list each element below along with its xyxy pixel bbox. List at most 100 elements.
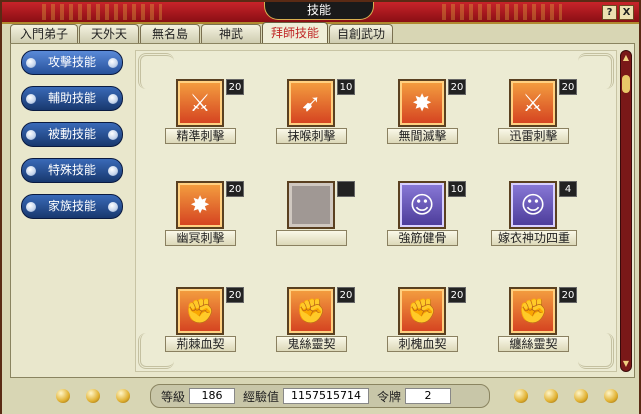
gold-orb-icon [116,389,130,403]
skill-category-sidebar: 攻擊技能 輔助技能 被動技能 特殊技能 家族技能 [15,50,131,230]
tab-tianwaitian[interactable]: 天外天 [79,24,139,43]
title-ornament [442,4,562,20]
gold-orb-icon [574,389,588,403]
skill-slot[interactable]: ⚔ 20 精準刺擊 [136,79,256,159]
knob-icon [26,94,36,104]
knob-icon [108,166,118,176]
skill-name: 抹喉刺擊 [276,128,347,144]
fire-fist-icon[interactable]: ✊ [398,287,446,335]
skill-name: 強筋健骨 [387,230,458,246]
skill-name: 嫁衣神功四重 [491,230,577,246]
skill-level-badge [337,181,355,197]
tab-master-skills[interactable]: 拜師技能 [262,22,328,43]
skill-level-badge: 20 [226,181,244,197]
tab-beginner[interactable]: 入門弟子 [10,24,78,43]
title-bar[interactable]: 技能 ? X [2,2,639,24]
skill-name: 精準刺擊 [165,128,236,144]
tab-custom-martial-arts[interactable]: 自創武功 [329,24,393,43]
category-label: 特殊技能 [47,163,96,177]
skill-slot[interactable]: ✊ 20 刺槐血契 [358,287,478,367]
skill-slot[interactable] [247,181,367,261]
knob-icon [108,94,118,104]
skill-slot[interactable]: ➹ 10 抹喉刺擊 [247,79,367,159]
gold-orb-icon [56,389,70,403]
red-burst-icon[interactable]: ✸ [176,181,224,229]
token-value: 2 [405,388,452,404]
help-button[interactable]: ? [602,5,617,20]
strength-buff-icon[interactable]: ☺ [509,181,557,229]
skill-slot[interactable]: ⚔ 20 迅雷刺擊 [469,79,589,159]
skill-slot[interactable]: ✊ 20 纏絲靈契 [469,287,589,367]
red-burst-icon[interactable]: ✸ [398,79,446,127]
category-label: 輔助技能 [47,91,96,105]
close-button[interactable]: X [619,5,634,20]
category-special-skills[interactable]: 特殊技能 [21,158,123,183]
gold-orb-icon [604,389,618,403]
skill-level-badge: 20 [448,79,466,95]
knob-icon [108,202,118,212]
spirit-fist-icon[interactable]: ✊ [509,287,557,335]
skill-name: 無間滅擊 [387,128,458,144]
skill-slot[interactable]: ✊ 20 荊棘血契 [136,287,256,367]
gold-orb-icon [86,389,100,403]
title-ornament [42,4,162,20]
skill-level-badge: 4 [559,181,577,197]
category-attack-skills[interactable]: 攻擊技能 [21,50,123,75]
skill-name: 荊棘血契 [165,336,236,352]
skill-slot[interactable]: ☺ 10 強筋健骨 [358,181,478,261]
skill-grid: ⚔ 20 精準刺擊 ➹ 10 抹喉刺擊 ✸ 20 無間滅擊 ⚔ 20 迅雷刺擊 ✸ 20 幽冥刺擊 … [135,50,617,372]
red-dagger-icon[interactable]: ⚔ [176,79,224,127]
vertical-scrollbar[interactable]: ▲ ▼ [620,50,632,372]
fire-fist-icon[interactable]: ✊ [176,287,224,335]
skill-slot[interactable]: ✊ 20 鬼絲靈契 [247,287,367,367]
skill-level-badge: 20 [226,287,244,303]
skill-level-badge: 10 [337,79,355,95]
knob-icon [26,58,36,68]
knob-icon [26,166,36,176]
category-label: 攻擊技能 [47,55,96,69]
scroll-thumb[interactable] [622,75,630,93]
knob-icon [26,202,36,212]
level-value: 186 [189,388,236,404]
category-label: 被動技能 [47,127,96,141]
spirit-fist-icon[interactable]: ✊ [287,287,335,335]
tab-shenwu[interactable]: 神武 [201,24,261,43]
category-passive-skills[interactable]: 被動技能 [21,122,123,147]
category-label: 家族技能 [47,199,96,213]
skill-name: 迅雷刺擊 [498,128,569,144]
scroll-up-icon[interactable]: ▲ [621,53,631,63]
scroll-down-icon[interactable]: ▼ [621,359,631,369]
knob-icon [108,130,118,140]
skill-name: 纏絲靈契 [498,336,569,352]
character-stats: 等級 186 經驗值 1157515714 令牌 2 [150,384,490,408]
skill-level-badge: 20 [448,287,466,303]
skill-name: 鬼絲靈契 [276,336,347,352]
empty-slot-icon[interactable] [287,181,335,229]
token-label: 令牌 [377,389,402,404]
category-support-skills[interactable]: 輔助技能 [21,86,123,111]
knob-icon [108,58,118,68]
knob-icon [26,130,36,140]
red-dagger-icon[interactable]: ⚔ [509,79,557,127]
category-family-skills[interactable]: 家族技能 [21,194,123,219]
exp-value: 1157515714 [283,388,370,404]
red-slash-icon[interactable]: ➹ [287,79,335,127]
window-title: 技能 [264,2,374,20]
exp-label: 經驗值 [243,389,280,404]
gold-orb-icon [514,389,528,403]
skills-panel: 攻擊技能 輔助技能 被動技能 特殊技能 家族技能 ⚔ 20 精準刺擊 ➹ 10 抹喉刺擊… [10,43,635,378]
skill-name [276,230,347,246]
strength-buff-icon[interactable]: ☺ [398,181,446,229]
skills-window: 技能 ? X 入門弟子 天外天 無名島 神武 拜師技能 自創武功 攻擊技能 輔助… [0,0,641,414]
level-label: 等級 [161,389,186,404]
skill-level-badge: 20 [559,79,577,95]
skill-level-badge: 20 [337,287,355,303]
skill-name: 刺槐血契 [387,336,458,352]
skill-slot[interactable]: ✸ 20 無間滅擊 [358,79,478,159]
tab-nameless-island[interactable]: 無名島 [140,24,200,43]
skill-level-badge: 20 [226,79,244,95]
skill-slot[interactable]: ☺ 4 嫁衣神功四重 [469,181,589,261]
skill-slot[interactable]: ✸ 20 幽冥刺擊 [136,181,256,261]
status-bar: 等級 186 經驗值 1157515714 令牌 2 [2,378,639,414]
tab-bar: 入門弟子 天外天 無名島 神武 拜師技能 自創武功 [10,22,394,44]
